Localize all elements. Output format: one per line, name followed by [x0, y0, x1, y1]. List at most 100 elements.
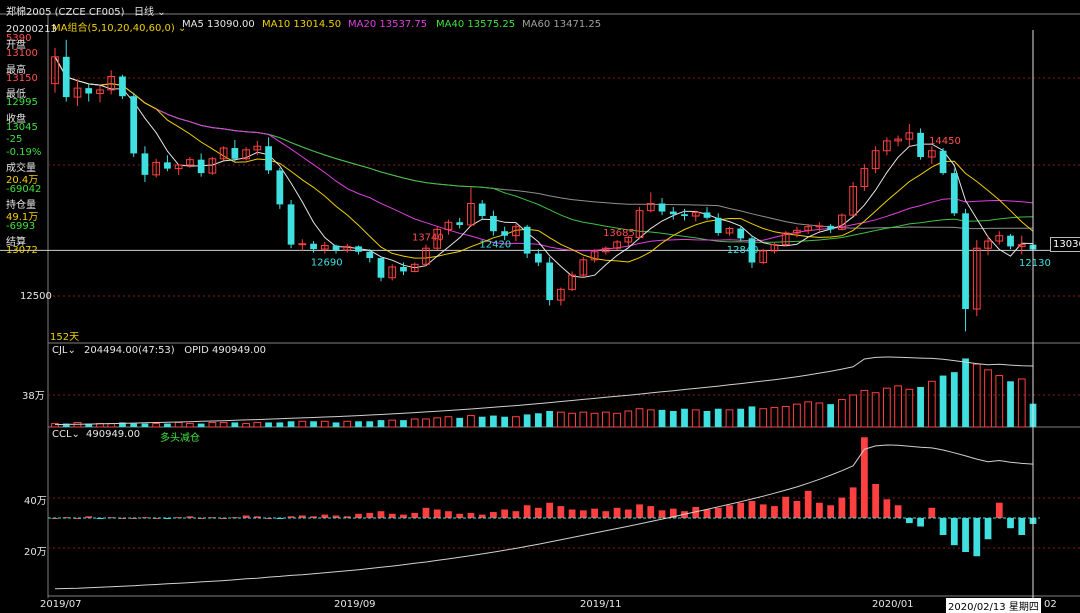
- volume-bar: [950, 372, 958, 427]
- oi-change-bar: [377, 511, 385, 518]
- volume-bar: [635, 408, 644, 428]
- oi-change-bar: [467, 512, 475, 518]
- x-axis-label: 2019/07: [40, 599, 82, 610]
- volume-values: 204494.00(47:53) OPID 490949.00: [84, 345, 267, 356]
- info-value: -25: [6, 134, 23, 145]
- volume-bar: [748, 406, 756, 427]
- candle-body: [366, 251, 374, 259]
- volume-bar: [669, 411, 677, 427]
- oi-change-bar: [501, 509, 509, 518]
- candle-body: [490, 216, 497, 232]
- candle-body: [62, 56, 70, 98]
- oi-change-bar: [321, 514, 329, 518]
- candle-body: [130, 96, 138, 154]
- oi-change-bar: [748, 501, 756, 518]
- oi-change-bar: [962, 518, 969, 552]
- candle-body: [197, 159, 205, 174]
- kline-chart[interactable]: 13740 12690 12420 13685 12840 14450 12130: [0, 0, 1080, 613]
- volume-bar: [939, 375, 947, 427]
- candle-body: [119, 76, 126, 97]
- volume-bar: [231, 422, 239, 427]
- candle-body: [501, 231, 509, 236]
- volume-bar: [613, 412, 621, 428]
- info-value: 12995: [6, 97, 38, 108]
- volume-bar: [276, 422, 284, 427]
- volume-bar: [691, 409, 700, 428]
- volume-bar: [355, 421, 362, 427]
- oi-change-bar: [827, 505, 835, 518]
- chevron-down-icon: ⌄: [157, 7, 166, 18]
- oi-change-bar: [726, 505, 733, 518]
- candle-body: [298, 243, 307, 246]
- symbol-title[interactable]: 郑棉2005 (CZCE CF005): [6, 3, 125, 18]
- oi-change-bar: [928, 507, 936, 518]
- volume-bar: [827, 404, 835, 427]
- candle-body: [456, 222, 464, 225]
- oi-change-bar: [973, 518, 981, 557]
- oi-change-bar: [1018, 518, 1026, 535]
- oi-axis-label-20: 20万: [24, 547, 47, 558]
- volume-bar: [152, 423, 161, 428]
- x-axis-label: 2019/09: [334, 599, 376, 610]
- volume-bar: [849, 394, 858, 428]
- info-value: -69042: [6, 183, 42, 195]
- oi-change-bar: [995, 502, 1003, 518]
- volume-bar: [894, 385, 902, 428]
- ma20-value: MA20 13537.75: [348, 19, 428, 30]
- volume-bar: [658, 409, 666, 427]
- volume-title[interactable]: CJL⌄: [52, 345, 76, 356]
- period-label: 日线: [134, 7, 154, 18]
- volume-bar: [882, 387, 891, 428]
- volume-bar: [186, 423, 194, 428]
- chevron-down-icon: ⌄: [71, 429, 80, 440]
- volume-bar: [793, 403, 801, 428]
- oi-value: 490949.00: [86, 429, 141, 440]
- oi-change-bar: [759, 504, 767, 518]
- oi-change-bar: [445, 511, 452, 518]
- info-value: 13150: [6, 72, 38, 84]
- volume-bar: [1007, 381, 1014, 427]
- candle-body: [231, 148, 239, 159]
- volume-bar: [174, 421, 183, 428]
- volume-bar: [972, 363, 981, 428]
- volume-bar: [512, 416, 520, 428]
- oi-change-bar: [872, 484, 879, 518]
- oi-change-bar: [636, 504, 643, 518]
- oi-change-bar: [658, 510, 666, 518]
- candle-body: [658, 203, 666, 212]
- x-axis-label: 2019/11: [580, 599, 622, 610]
- candle-body: [355, 246, 362, 252]
- ma-group-selector[interactable]: MA组合(5,10,20,40,60,0) ⌄: [52, 19, 186, 34]
- volume-bar: [388, 419, 397, 428]
- oi-change-bar: [388, 513, 396, 518]
- volume-bar: [714, 408, 722, 427]
- volume-bar: [590, 412, 599, 428]
- volume-bar: [467, 415, 475, 428]
- info-value: 13045: [6, 121, 38, 133]
- volume-bar: [490, 415, 497, 427]
- volume-bar: [456, 417, 464, 427]
- volume-label: CJL: [52, 345, 68, 356]
- volume-bar: [219, 421, 228, 428]
- axis-label-12500: 12500: [20, 291, 52, 302]
- period-selector[interactable]: 日线 ⌄: [134, 3, 166, 18]
- volume-bar: [320, 420, 329, 428]
- ma-group-label: MA组合(5,10,20,40,60,0): [52, 23, 175, 34]
- volume-bar: [546, 411, 553, 427]
- volume-bar: [962, 358, 969, 427]
- candle-body: [400, 266, 407, 272]
- volume-bar: [501, 416, 509, 427]
- oi-change-bar: [703, 509, 711, 518]
- candle-body: [332, 245, 340, 250]
- volume-bar: [130, 423, 138, 427]
- price-annotation: 13740: [412, 233, 444, 244]
- volume-bar: [568, 412, 576, 428]
- oi-title[interactable]: CCL⌄: [52, 429, 80, 440]
- volume-bar: [287, 421, 295, 427]
- volume-bar: [242, 423, 250, 428]
- candle-body: [85, 88, 93, 94]
- oi-change-bar: [422, 507, 430, 518]
- info-value: -0.19%: [6, 146, 42, 158]
- volume-bar: [444, 416, 453, 428]
- oi-change-bar: [838, 497, 846, 518]
